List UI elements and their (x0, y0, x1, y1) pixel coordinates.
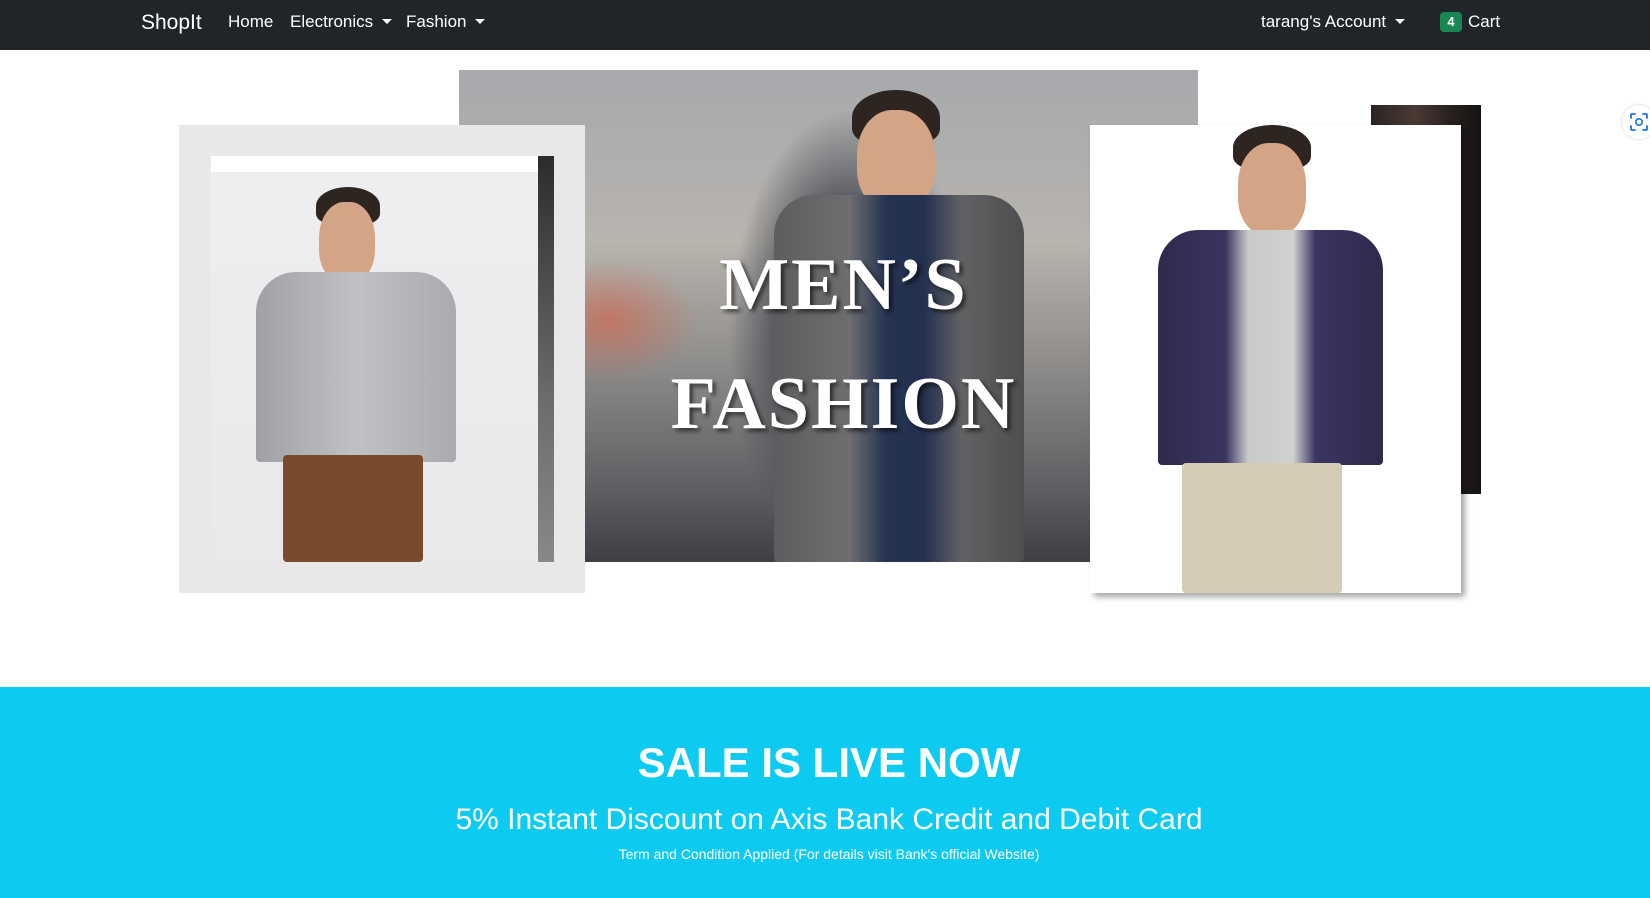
brand-logo[interactable]: ShopIt (141, 10, 202, 36)
model-chinos (1182, 463, 1342, 593)
cart-label: Cart (1468, 12, 1501, 31)
caret-down-icon (475, 19, 486, 24)
sale-terms-note: Term and Condition Applied (For details … (618, 846, 1040, 862)
cart-link[interactable]: 4 Cart (1440, 12, 1500, 32)
model-jacket (1158, 230, 1383, 465)
model-head (319, 202, 375, 282)
nav-fashion-label: Fashion (406, 12, 467, 31)
account-label: tarang's Account (1261, 12, 1387, 31)
account-dropdown[interactable]: tarang's Account (1261, 12, 1406, 32)
scan-icon (1630, 113, 1648, 131)
caret-down-icon (382, 19, 393, 24)
caret-down-icon (1395, 19, 1406, 24)
top-navbar: ShopIt Home Electronics Fashion tarang's… (0, 0, 1650, 50)
sale-title: SALE IS LIVE NOW (637, 739, 1021, 786)
hero-left-photo-inner (211, 172, 538, 562)
nav-electronics-label: Electronics (290, 12, 374, 31)
model-trousers (283, 455, 423, 562)
nav-home-link[interactable]: Home (228, 12, 273, 32)
nav-electronics-dropdown[interactable]: Electronics (290, 12, 393, 32)
nav-fashion-dropdown[interactable]: Fashion (406, 12, 486, 32)
sale-subtitle: 5% Instant Discount on Axis Bank Credit … (455, 803, 1203, 836)
cart-count-badge: 4 (1440, 12, 1462, 32)
hero-right-photo (1090, 125, 1461, 593)
hero-banner[interactable]: MEN’S FASHION (0, 50, 1650, 687)
model-head (1238, 143, 1306, 235)
model-shirt (256, 272, 456, 462)
sale-banner: SALE IS LIVE NOW 5% Instant Discount on … (0, 687, 1650, 898)
scan-button[interactable] (1622, 105, 1650, 139)
